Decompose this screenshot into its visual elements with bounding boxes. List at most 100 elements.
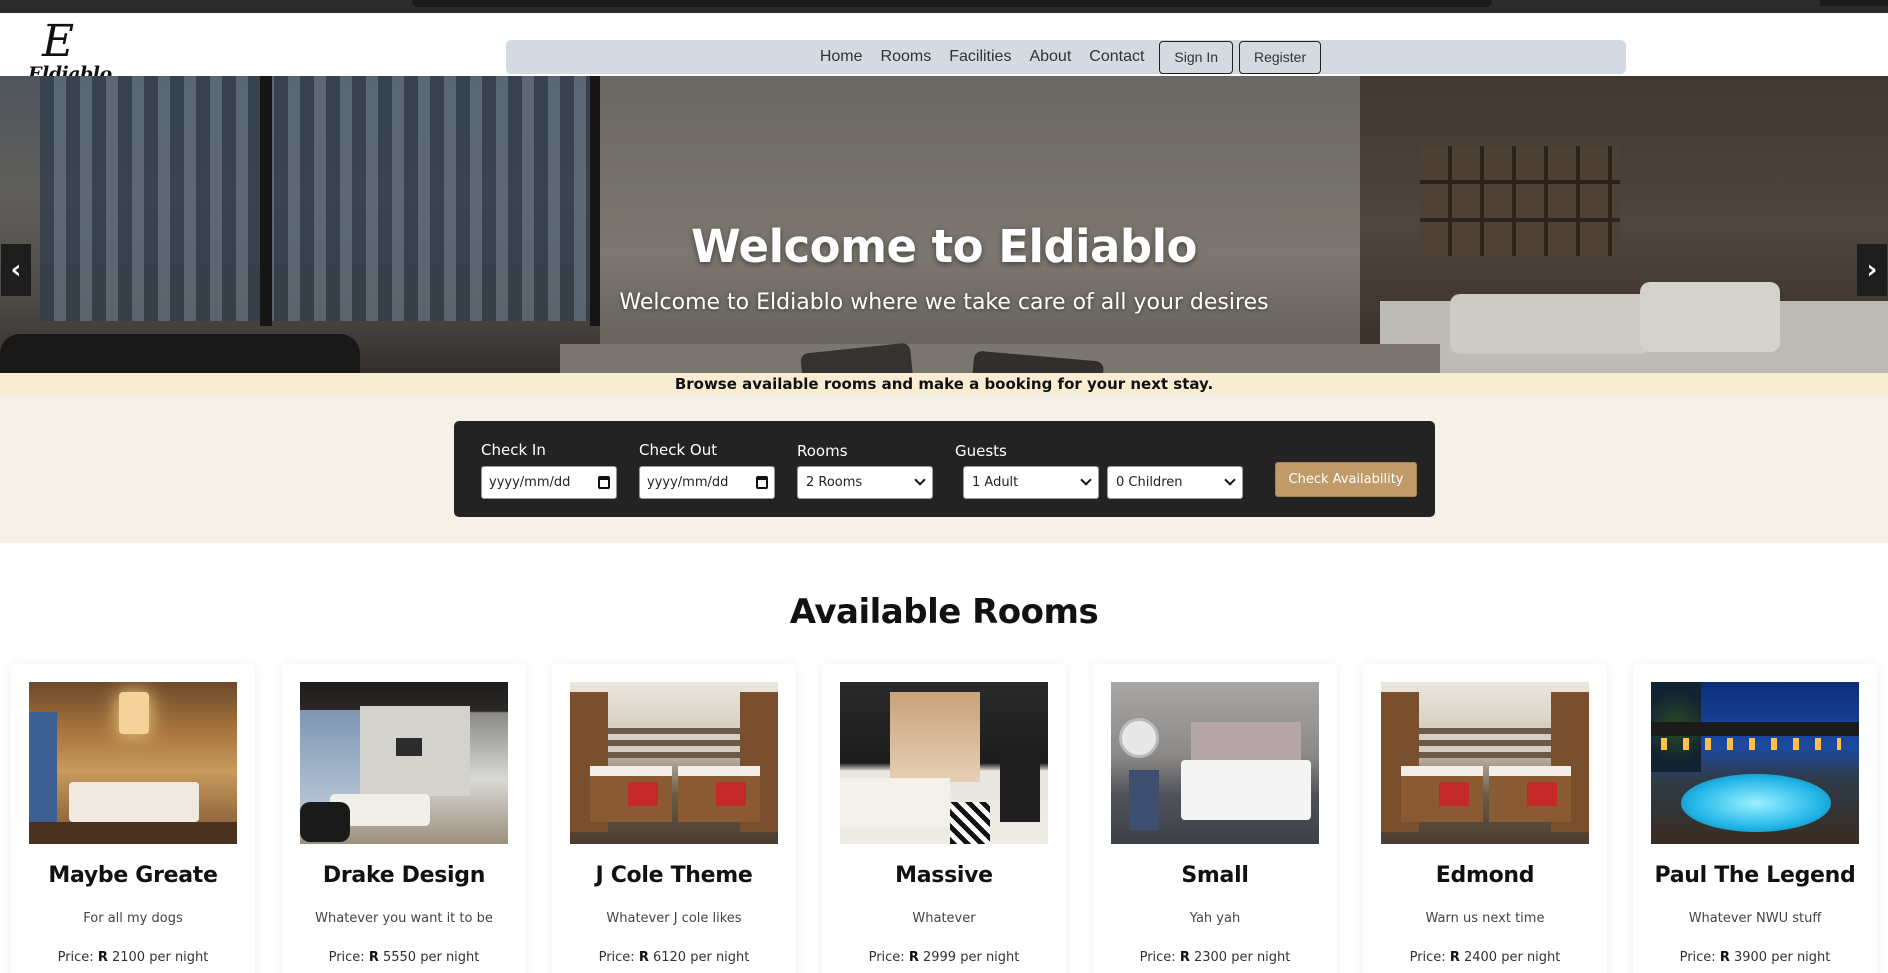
calendar-icon [756,476,768,489]
room-image[interactable] [570,682,778,844]
room-image[interactable] [29,682,237,844]
room-card[interactable]: Massive Whatever Price: R 2999 per night [822,664,1066,973]
price-prefix: Price: [868,950,905,965]
room-title: Small [1181,863,1249,888]
price-amount: 5550 [382,950,417,965]
room-description: Whatever J cole likes [606,911,742,926]
price-amount: 2999 [922,950,957,965]
nav-link-home[interactable]: Home [820,48,863,66]
browser-chrome [0,0,1888,13]
rooms-select[interactable]: 2 Rooms [797,466,933,499]
currency-symbol: R [1719,950,1730,965]
tagline: Browse available rooms and make a bookin… [0,373,1888,395]
price-suffix: per night [1231,950,1291,965]
room-description: Warn us next time [1425,911,1545,926]
room-image[interactable] [1111,682,1319,844]
children-select-value: 0 Children [1116,475,1183,490]
room-title: Maybe Greate [48,863,218,888]
room-title: Edmond [1435,863,1535,888]
booking-section: Check In yyyy/mm/dd Check Out yyyy/mm/dd… [0,395,1888,543]
nav-link-facilities[interactable]: Facilities [949,48,1011,66]
logo-mark: E [42,16,75,67]
room-card[interactable]: Maybe Greate For all my dogs Price: R 21… [11,664,255,973]
chevron-down-icon [1080,474,1092,486]
register-button[interactable]: Register [1239,40,1322,74]
check-in-input[interactable]: yyyy/mm/dd [481,466,617,499]
children-select[interactable]: 0 Children [1107,466,1243,499]
room-image[interactable] [300,682,508,844]
price-amount: 6120 [652,950,687,965]
room-card[interactable]: Paul The Legend Whatever NWU stuff Price… [1633,664,1877,973]
room-description: Whatever NWU stuff [1688,911,1822,926]
adults-select-value: 1 Adult [972,475,1019,490]
nav-link-contact[interactable]: Contact [1089,48,1144,66]
room-card[interactable]: J Cole Theme Whatever J cole likes Price… [552,664,796,973]
adults-select[interactable]: 1 Adult [963,466,1099,499]
room-image[interactable] [1651,682,1859,844]
rooms-heading: Available Rooms [789,592,1099,632]
price-suffix: per night [960,950,1020,965]
room-price: Price: R 5550 per night [282,950,526,965]
price-prefix: Price: [57,950,94,965]
price-prefix: Price: [328,950,365,965]
main-navbar: Home Rooms Facilities About Contact Sign… [506,40,1626,74]
chevron-left-icon: ‹ [10,255,22,285]
room-image[interactable] [840,682,1048,844]
check-in-label: Check In [481,441,546,459]
room-card[interactable]: Small Yah yah Price: R 2300 per night [1093,664,1337,973]
nav-link-rooms[interactable]: Rooms [881,48,932,66]
hero-subtitle: Welcome to Eldiablo where we take care o… [619,290,1269,315]
guests-label: Guests [955,442,1007,460]
room-title: Drake Design [322,863,486,888]
nav-link-about[interactable]: About [1029,48,1071,66]
hero-carousel: Welcome to Eldiablo Welcome to Eldiablo … [0,76,1888,373]
browser-tab-strip [412,0,1492,7]
room-price: Price: R 2300 per night [1093,950,1337,965]
room-price: Price: R 3900 per night [1633,950,1877,965]
calendar-icon [598,476,610,489]
room-image[interactable] [1381,682,1589,844]
room-price: Price: R 2999 per night [822,950,1066,965]
currency-symbol: R [368,950,379,965]
room-description: For all my dogs [83,911,183,926]
room-title: J Cole Theme [595,863,753,888]
booking-form: Check In yyyy/mm/dd Check Out yyyy/mm/dd… [454,421,1435,517]
check-in-value: yyyy/mm/dd [489,475,571,490]
price-amount: 2300 [1193,950,1228,965]
currency-symbol: R [638,950,649,965]
price-prefix: Price: [1139,950,1176,965]
room-price: Price: R 6120 per night [552,950,796,965]
price-amount: 3900 [1733,950,1768,965]
check-availability-button[interactable]: Check Availability [1275,462,1417,497]
room-title: Massive [895,863,993,888]
room-title: Paul The Legend [1654,863,1856,888]
browser-controls [1820,0,1888,6]
currency-symbol: R [1449,950,1460,965]
room-card[interactable]: Edmond Warn us next time Price: R 2400 p… [1363,664,1607,973]
check-out-input[interactable]: yyyy/mm/dd [639,466,775,499]
room-card[interactable]: Drake Design Whatever you want it to be … [282,664,526,973]
check-out-value: yyyy/mm/dd [647,475,729,490]
price-amount: 2400 [1463,950,1498,965]
sign-in-button[interactable]: Sign In [1159,40,1233,74]
room-description: Whatever [912,911,976,926]
hero-title: Welcome to Eldiablo [691,220,1197,273]
price-prefix: Price: [1679,950,1716,965]
room-description: Whatever you want it to be [315,911,493,926]
price-suffix: per night [420,950,480,965]
currency-symbol: R [97,950,108,965]
price-prefix: Price: [598,950,635,965]
room-price: Price: R 2100 per night [11,950,255,965]
rooms-label: Rooms [797,442,848,460]
price-suffix: per night [1501,950,1561,965]
currency-symbol: R [908,950,919,965]
price-suffix: per night [149,950,209,965]
carousel-prev-button[interactable]: ‹ [1,244,31,296]
price-suffix: per night [690,950,750,965]
price-amount: 2100 [111,950,146,965]
carousel-next-button[interactable]: › [1857,244,1887,296]
rooms-select-value: 2 Rooms [806,475,863,490]
check-out-label: Check Out [639,441,718,459]
site-header: E Eldiablo Home Rooms Facilities About C… [0,13,1888,85]
chevron-down-icon [1224,474,1236,486]
